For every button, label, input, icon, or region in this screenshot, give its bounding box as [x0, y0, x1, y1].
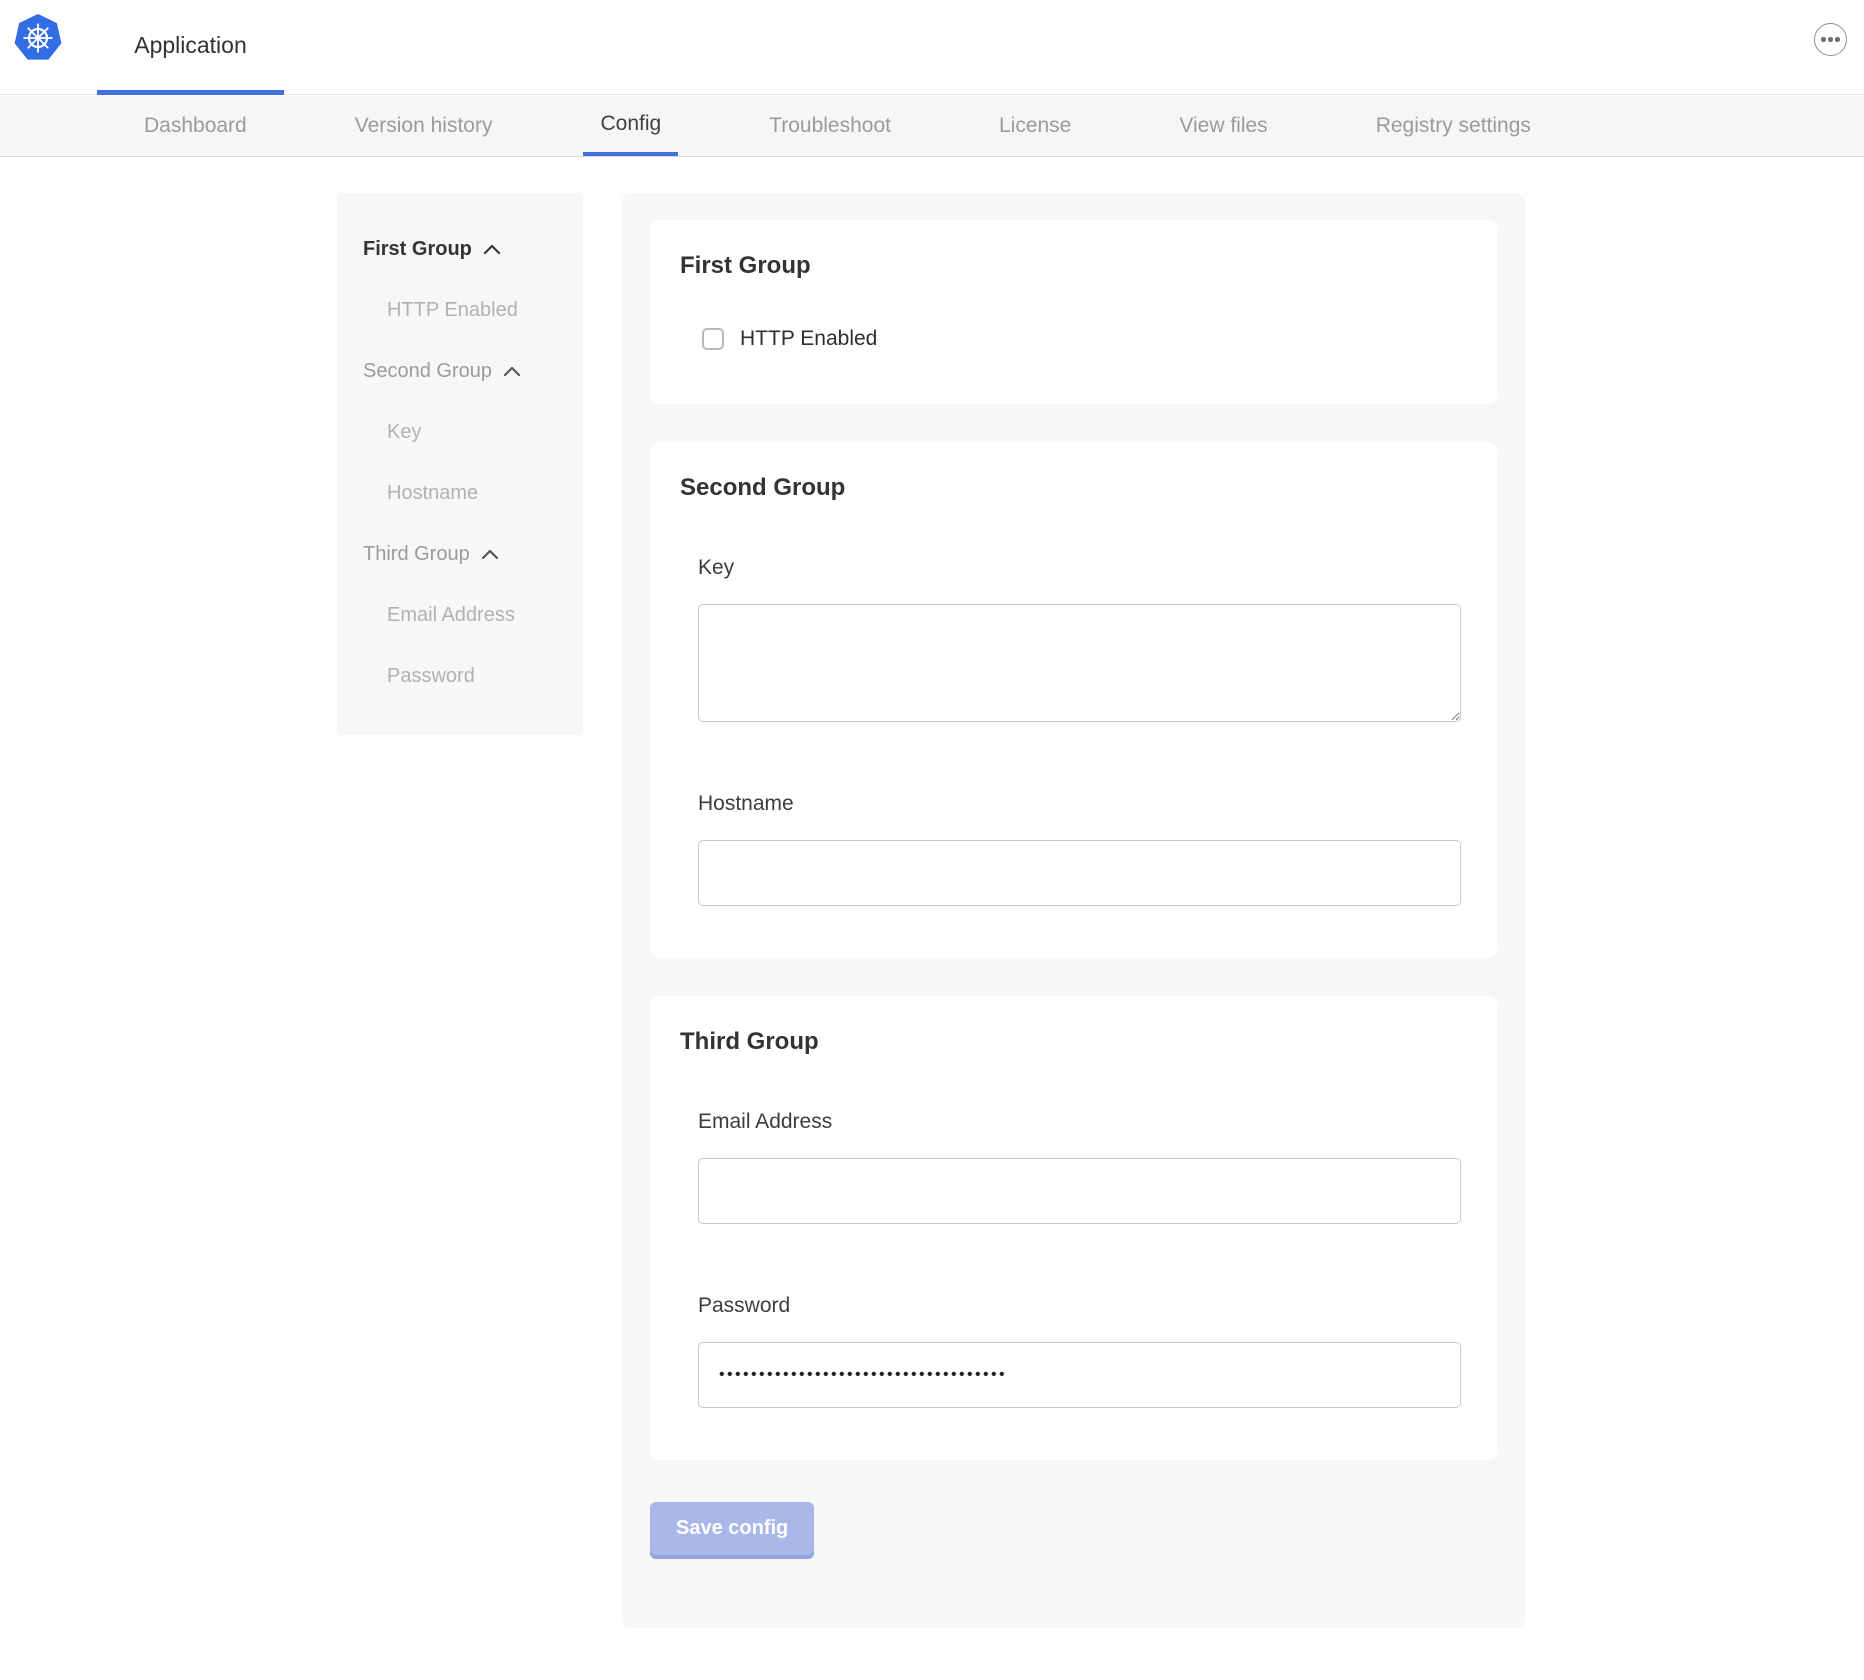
sidebar-group-third-group[interactable]: Third Group	[363, 524, 583, 585]
top-bar: Application	[0, 0, 1864, 95]
tab-view-files[interactable]: View files	[1179, 96, 1267, 156]
hostname-field: Hostname	[698, 792, 1467, 906]
group-title: First Group	[680, 250, 1467, 282]
sidebar-group-second-group[interactable]: Second Group	[363, 341, 583, 402]
email-address-field: Email Address	[698, 1110, 1467, 1224]
sidebar-item-key[interactable]: Key	[363, 402, 583, 463]
sidebar-item-email-address[interactable]: Email Address	[363, 585, 583, 646]
password-label: Password	[698, 1294, 1467, 1318]
config-group-second-group: Second Group Key Hostname	[650, 442, 1497, 958]
email-address-label: Email Address	[698, 1110, 1467, 1134]
sidebar-item-hostname[interactable]: Hostname	[363, 463, 583, 524]
http-enabled-field: HTTP Enabled	[702, 326, 1467, 352]
sidebar-item-http-enabled[interactable]: HTTP Enabled	[363, 280, 583, 341]
password-field: Password	[698, 1294, 1467, 1408]
chevron-up-icon	[503, 366, 521, 377]
email-address-input[interactable]	[698, 1158, 1461, 1224]
kubernetes-icon	[13, 12, 63, 62]
config-group-first-group: First Group HTTP Enabled	[650, 220, 1497, 404]
tab-license[interactable]: License	[999, 96, 1071, 156]
sidebar-group-label: Second Group	[363, 360, 492, 383]
sidebar-group-label: First Group	[363, 238, 472, 261]
save-config-button[interactable]: Save config	[650, 1502, 814, 1555]
group-title: Third Group	[680, 1026, 1467, 1058]
key-textarea[interactable]	[698, 604, 1461, 722]
tab-config[interactable]: Config	[583, 96, 678, 156]
app-tab-application[interactable]: Application	[97, 0, 284, 95]
config-form-panel: First Group HTTP Enabled Second Group Ke…	[622, 193, 1525, 1628]
http-enabled-label: HTTP Enabled	[740, 327, 877, 351]
app-nav-bar: Dashboard Version history Config Trouble…	[0, 96, 1864, 157]
sidebar-group-label: Third Group	[363, 543, 470, 566]
config-group-third-group: Third Group Email Address Password	[650, 996, 1497, 1460]
hostname-input[interactable]	[698, 840, 1461, 906]
password-input[interactable]	[698, 1342, 1461, 1408]
tab-dashboard[interactable]: Dashboard	[144, 96, 247, 156]
chevron-up-icon	[483, 244, 501, 255]
tab-troubleshoot[interactable]: Troubleshoot	[769, 96, 891, 156]
config-sidebar: First Group HTTP Enabled Second Group Ke…	[337, 193, 583, 735]
sidebar-group-first-group[interactable]: First Group	[363, 219, 583, 280]
http-enabled-checkbox[interactable]	[702, 328, 724, 350]
key-field: Key	[698, 556, 1467, 722]
chevron-up-icon	[481, 549, 499, 560]
group-title: Second Group	[680, 472, 1467, 504]
ellipsis-menu-icon[interactable]	[1814, 23, 1847, 56]
sidebar-item-password[interactable]: Password	[363, 646, 583, 707]
tab-version-history[interactable]: Version history	[355, 96, 493, 156]
tab-registry-settings[interactable]: Registry settings	[1376, 96, 1531, 156]
key-label: Key	[698, 556, 1467, 580]
hostname-label: Hostname	[698, 792, 1467, 816]
